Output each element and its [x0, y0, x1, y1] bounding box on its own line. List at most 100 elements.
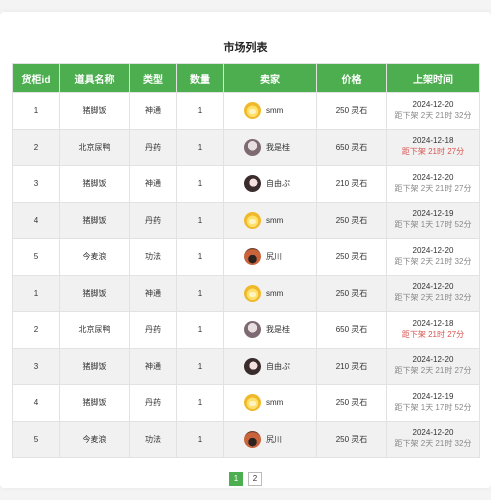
cell-item-name: 猪脚饭: [59, 274, 130, 312]
cell-item-name: 猪脚饭: [59, 165, 130, 203]
avatar: [244, 394, 261, 412]
cell-id: 3: [12, 165, 60, 203]
cell-type: 神通: [129, 92, 177, 130]
cell-seller: 尻川: [223, 420, 317, 458]
cell-id: 3: [12, 347, 60, 385]
cell-price: 250 灵石: [316, 274, 387, 312]
cell-listed-time: 2024-12-20 距下架 2天 21时 27分: [386, 347, 480, 385]
cell-type: 功法: [129, 238, 177, 276]
seller-name: smm: [266, 106, 284, 116]
cell-type: 丹药: [129, 128, 177, 166]
listed-date: 2024-12-20: [412, 99, 454, 109]
avatar: [244, 175, 261, 193]
table-row: 3 猪脚饭 神通 1 自由ぷ 210 灵石 2024-12-20 距下架 2天 21时 27分: [12, 347, 480, 385]
delist-countdown: 距下架 21时 27分: [401, 329, 465, 339]
cell-price: 250 灵石: [316, 92, 387, 130]
cell-item-name: 猪脚饭: [59, 92, 130, 130]
cell-quantity: 1: [176, 347, 224, 385]
avatar: [244, 102, 261, 120]
delist-countdown: 距下架 2天 21时 27分: [394, 183, 472, 193]
cell-price: 210 灵石: [316, 165, 387, 203]
cell-listed-time: 2024-12-19 距下架 1天 17时 52分: [386, 201, 480, 239]
cell-id: 4: [12, 384, 60, 422]
cell-quantity: 1: [176, 274, 224, 312]
cell-item-name: 今麦浪: [59, 238, 130, 276]
cell-listed-time: 2024-12-18 距下架 21时 27分: [386, 128, 480, 166]
table-row: 4 猪脚饭 丹药 1 smm 250 灵石 2024-12-19 距下架 1天 17时 52分: [12, 384, 480, 422]
cell-item-name: 猪脚饭: [59, 201, 130, 239]
listed-date: 2024-12-18: [412, 136, 454, 146]
cell-quantity: 1: [176, 165, 224, 203]
cell-quantity: 1: [176, 420, 224, 458]
cell-item-name: 猪脚饭: [59, 384, 130, 422]
listed-date: 2024-12-20: [412, 282, 454, 292]
cell-type: 功法: [129, 420, 177, 458]
avatar: [244, 357, 261, 375]
cell-listed-time: 2024-12-18 距下架 21时 27分: [386, 311, 480, 349]
delist-countdown: 距下架 2天 21时 32分: [394, 439, 472, 449]
listed-date: 2024-12-20: [412, 428, 454, 438]
cell-price: 250 灵石: [316, 238, 387, 276]
seller-name: smm: [266, 215, 284, 225]
listed-date: 2024-12-20: [412, 245, 454, 255]
cell-price: 250 灵石: [316, 384, 387, 422]
cell-quantity: 1: [176, 201, 224, 239]
table-row: 2 北京尿鸭 丹药 1 我是桂 650 灵石 2024-12-18 距下架 21时 27分: [12, 311, 480, 349]
column-header-type: 类型: [129, 63, 177, 93]
delist-countdown: 距下架 2天 21时 32分: [394, 293, 472, 303]
cell-quantity: 1: [176, 238, 224, 276]
cell-seller: smm: [223, 274, 317, 312]
column-header-quantity: 数量: [176, 63, 224, 93]
cell-type: 神通: [129, 165, 177, 203]
delist-countdown: 距下架 2天 21时 32分: [394, 256, 472, 266]
cell-quantity: 1: [176, 311, 224, 349]
cell-item-name: 北京尿鸭: [59, 311, 130, 349]
column-header-seller: 卖家: [223, 63, 317, 93]
cell-listed-time: 2024-12-19 距下架 1天 17时 52分: [386, 384, 480, 422]
cell-item-name: 今麦浪: [59, 420, 130, 458]
avatar: [244, 248, 261, 266]
seller-name: 自由ぷ: [266, 361, 290, 371]
table-row: 1 猪脚饭 神通 1 smm 250 灵石 2024-12-20 距下架 2天 21时 32分: [12, 274, 480, 312]
seller-name: 我是桂: [266, 142, 290, 152]
listed-date: 2024-12-19: [412, 209, 454, 219]
avatar: [244, 211, 261, 229]
delist-countdown: 距下架 21时 27分: [401, 147, 465, 157]
cell-id: 1: [12, 92, 60, 130]
cell-item-name: 北京尿鸭: [59, 128, 130, 166]
cell-id: 5: [12, 238, 60, 276]
page-button-2[interactable]: 2: [248, 472, 262, 486]
listed-date: 2024-12-19: [412, 391, 454, 401]
cell-seller: 尻川: [223, 238, 317, 276]
pagination: 1 2: [0, 472, 491, 486]
table-row: 1 猪脚饭 神通 1 smm 250 灵石 2024-12-20 距下架 2天 21时 32分: [12, 92, 480, 130]
cell-seller: 自由ぷ: [223, 347, 317, 385]
seller-name: 尻川: [266, 434, 282, 444]
cell-seller: smm: [223, 384, 317, 422]
cell-price: 650 灵石: [316, 311, 387, 349]
cell-listed-time: 2024-12-20 距下架 2天 21时 32分: [386, 92, 480, 130]
cell-quantity: 1: [176, 128, 224, 166]
cell-seller: 我是桂: [223, 128, 317, 166]
cell-type: 丹药: [129, 201, 177, 239]
cell-price: 650 灵石: [316, 128, 387, 166]
seller-name: 尻川: [266, 252, 282, 262]
delist-countdown: 距下架 2天 21时 27分: [394, 366, 472, 376]
cell-seller: 我是桂: [223, 311, 317, 349]
cell-seller: 自由ぷ: [223, 165, 317, 203]
column-header-name: 道具名称: [59, 63, 130, 93]
avatar: [244, 284, 261, 302]
page-button-1[interactable]: 1: [229, 472, 243, 486]
cell-id: 5: [12, 420, 60, 458]
cell-id: 4: [12, 201, 60, 239]
avatar: [244, 321, 261, 339]
cell-listed-time: 2024-12-20 距下架 2天 21时 32分: [386, 238, 480, 276]
market-table: 货柜id 道具名称 类型 数量 卖家 价格 上架时间 1 猪脚饭 神通 1 smm 250…: [12, 63, 480, 458]
cell-listed-time: 2024-12-20 距下架 2天 21时 27分: [386, 165, 480, 203]
delist-countdown: 距下架 1天 17时 52分: [394, 402, 472, 412]
listed-date: 2024-12-20: [412, 355, 454, 365]
cell-listed-time: 2024-12-20 距下架 2天 21时 32分: [386, 420, 480, 458]
cell-id: 2: [12, 128, 60, 166]
table-row: 2 北京尿鸭 丹药 1 我是桂 650 灵石 2024-12-18 距下架 21时 27分: [12, 128, 480, 166]
cell-id: 1: [12, 274, 60, 312]
